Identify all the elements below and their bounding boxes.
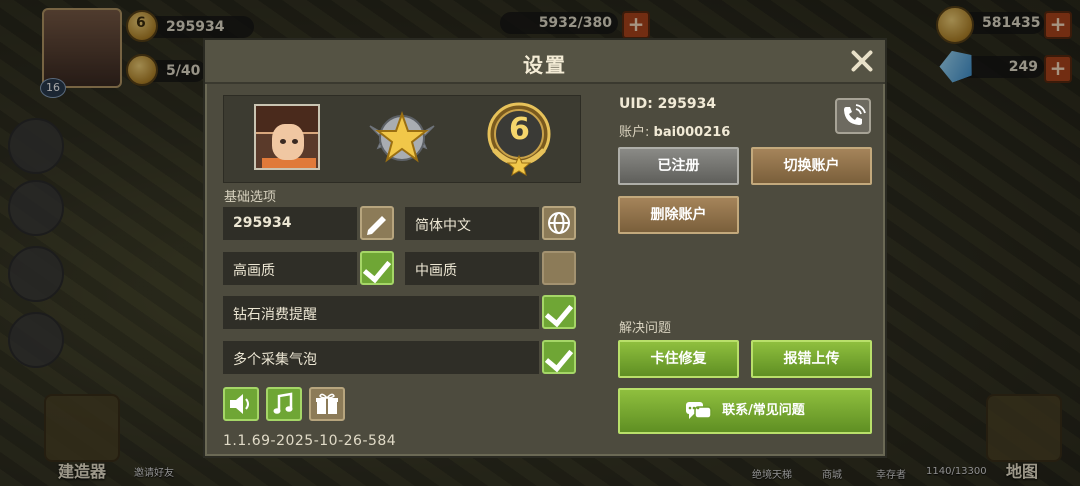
music-toggle-button[interactable] <box>266 387 302 421</box>
account-line: 账户: bai000216 <box>619 121 730 140</box>
language-text: 简体中文 <box>415 218 471 234</box>
check-icon <box>544 342 574 373</box>
multi-bubble-label: 多个采集气泡 <box>233 352 317 368</box>
phone-call-icon <box>844 104 866 125</box>
switch-account-button[interactable]: 切换账户 <box>751 147 872 185</box>
stuck-fix-button[interactable]: 卡住修复 <box>618 340 739 378</box>
settings-dialog: 设置 6 基础选项 295934 简体中文 高画质 中画质 钻石消费提醒 多个采… <box>203 38 887 458</box>
star-rank-icon <box>369 110 435 163</box>
delete-account-button[interactable]: 删除账户 <box>618 196 739 234</box>
help-section-label: 解决问题 <box>619 321 672 336</box>
report-error-button[interactable]: 报错上传 <box>751 340 872 378</box>
edit-name-button[interactable] <box>360 206 394 240</box>
version-text: 1.1.69-2025-10-26-584 <box>223 433 397 449</box>
account-label: 账户: <box>619 125 650 140</box>
multi-bubble-option[interactable]: 多个采集气泡 <box>223 341 539 374</box>
gift-code-button[interactable] <box>309 387 345 421</box>
uid-text: UID: 295934 <box>619 96 717 112</box>
chat-bubble-icon <box>686 402 712 419</box>
music-note-icon <box>273 392 293 414</box>
high-quality-option[interactable]: 高画质 <box>223 252 357 285</box>
sound-toggle-button[interactable] <box>223 387 259 421</box>
diamond-reminder-checkbox[interactable] <box>542 295 576 329</box>
mid-quality-checkbox[interactable] <box>542 251 576 285</box>
close-icon[interactable] <box>845 44 879 78</box>
dialog-header: 设置 <box>205 40 885 84</box>
contact-faq-button[interactable]: 联系/常见问题 <box>618 388 872 434</box>
check-icon <box>544 297 574 328</box>
dialog-title: 设置 <box>523 53 567 77</box>
gift-icon <box>316 393 338 414</box>
profile-portrait[interactable] <box>254 104 320 170</box>
registered-button[interactable]: 已注册 <box>618 147 739 185</box>
basic-options-label: 基础选项 <box>224 190 277 205</box>
high-quality-checkbox[interactable] <box>360 251 394 285</box>
high-quality-label: 高画质 <box>233 263 275 279</box>
language-button[interactable] <box>542 206 576 240</box>
diamond-reminder-label: 钻石消费提醒 <box>233 307 317 323</box>
rank-number: 6 <box>509 112 530 147</box>
globe-icon <box>548 212 570 234</box>
profile-badges: 6 <box>223 95 581 183</box>
player-name-field[interactable]: 295934 <box>223 207 357 240</box>
multi-bubble-checkbox[interactable] <box>542 340 576 374</box>
player-name-text: 295934 <box>233 215 292 231</box>
contact-faq-label: 联系/常见问题 <box>722 403 805 418</box>
account-value: bai000216 <box>653 125 731 140</box>
check-icon <box>362 253 392 284</box>
mid-quality-label: 中画质 <box>415 263 457 279</box>
diamond-reminder-option[interactable]: 钻石消费提醒 <box>223 296 539 329</box>
mid-quality-option[interactable]: 中画质 <box>405 252 539 285</box>
pencil-icon <box>367 216 386 235</box>
language-field[interactable]: 简体中文 <box>405 207 539 240</box>
customer-service-button[interactable] <box>835 98 871 134</box>
speaker-icon <box>230 394 249 414</box>
